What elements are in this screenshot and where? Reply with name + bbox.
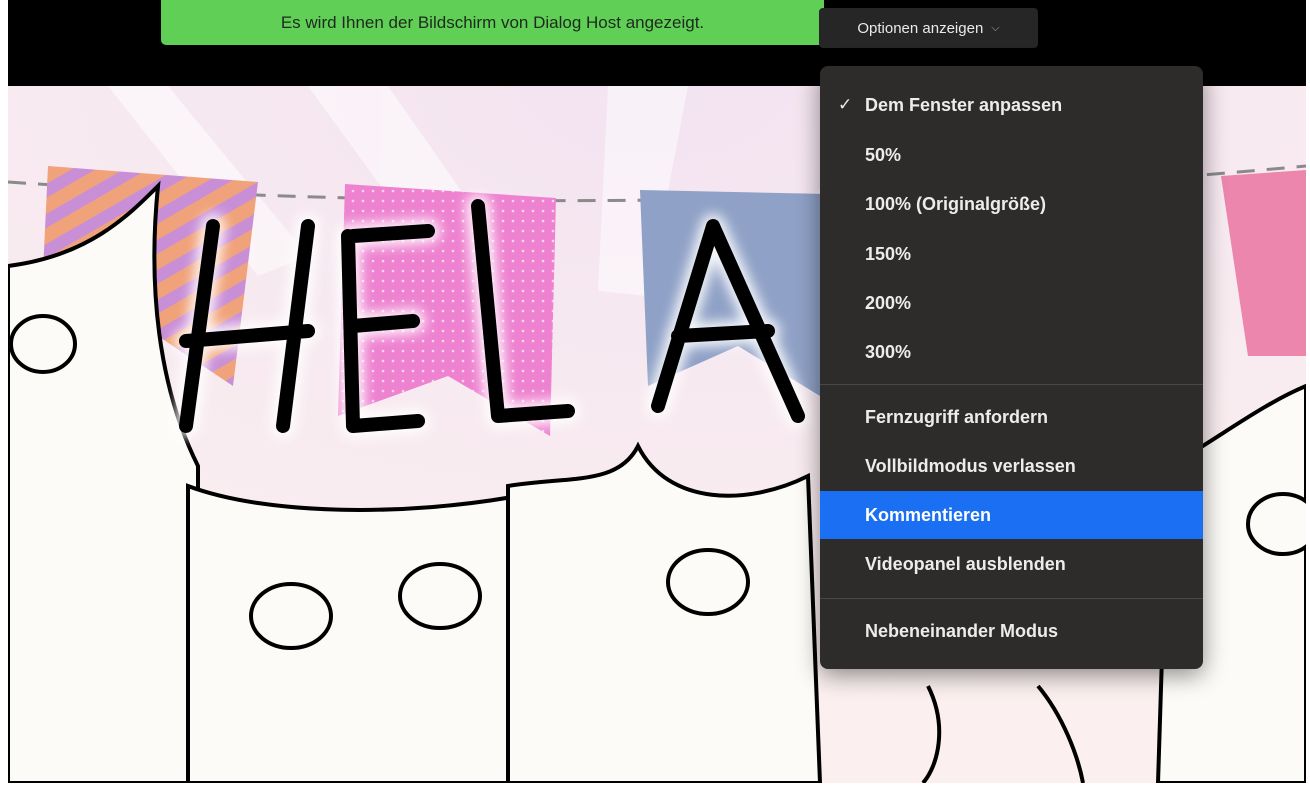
menu-item-side-by-side-mode[interactable]: Nebeneinander Modus (820, 607, 1203, 655)
menu-divider (820, 598, 1203, 599)
menu-item-zoom-50[interactable]: 50% (820, 131, 1203, 179)
menu-divider (820, 384, 1203, 385)
menu-item-zoom-100[interactable]: 100% (Originalgröße) (820, 180, 1203, 228)
chevron-down-icon: ⌵ (991, 21, 1000, 34)
screen-share-window: Es wird Ihnen der Bildschirm von Dialog … (8, 0, 1306, 783)
options-button-label: Optionen anzeigen (857, 19, 984, 37)
options-button[interactable]: Optionen anzeigen ⌵ (819, 8, 1038, 48)
banner-text: Es wird Ihnen der Bildschirm von Dialog … (280, 12, 705, 32)
menu-item-zoom-300[interactable]: 300% (820, 328, 1203, 376)
menu-item-exit-fullscreen[interactable]: Vollbildmodus verlassen (820, 442, 1203, 490)
checkmark-icon: ✓ (838, 95, 853, 114)
menu-item-hide-video-panel[interactable]: Videopanel ausblenden (820, 540, 1203, 588)
menu-item-fit-window[interactable]: ✓ Dem Fenster anpassen (820, 81, 1203, 129)
menu-item-zoom-200[interactable]: 200% (820, 279, 1203, 327)
screen-share-banner: Es wird Ihnen der Bildschirm von Dialog … (161, 0, 824, 45)
menu-item-annotate[interactable]: Kommentieren (820, 491, 1203, 539)
menu-item-zoom-150[interactable]: 150% (820, 230, 1203, 278)
menu-item-request-remote-control[interactable]: Fernzugriff anfordern (820, 393, 1203, 441)
options-menu: ✓ Dem Fenster anpassen 50% 100% (Origina… (820, 66, 1203, 669)
